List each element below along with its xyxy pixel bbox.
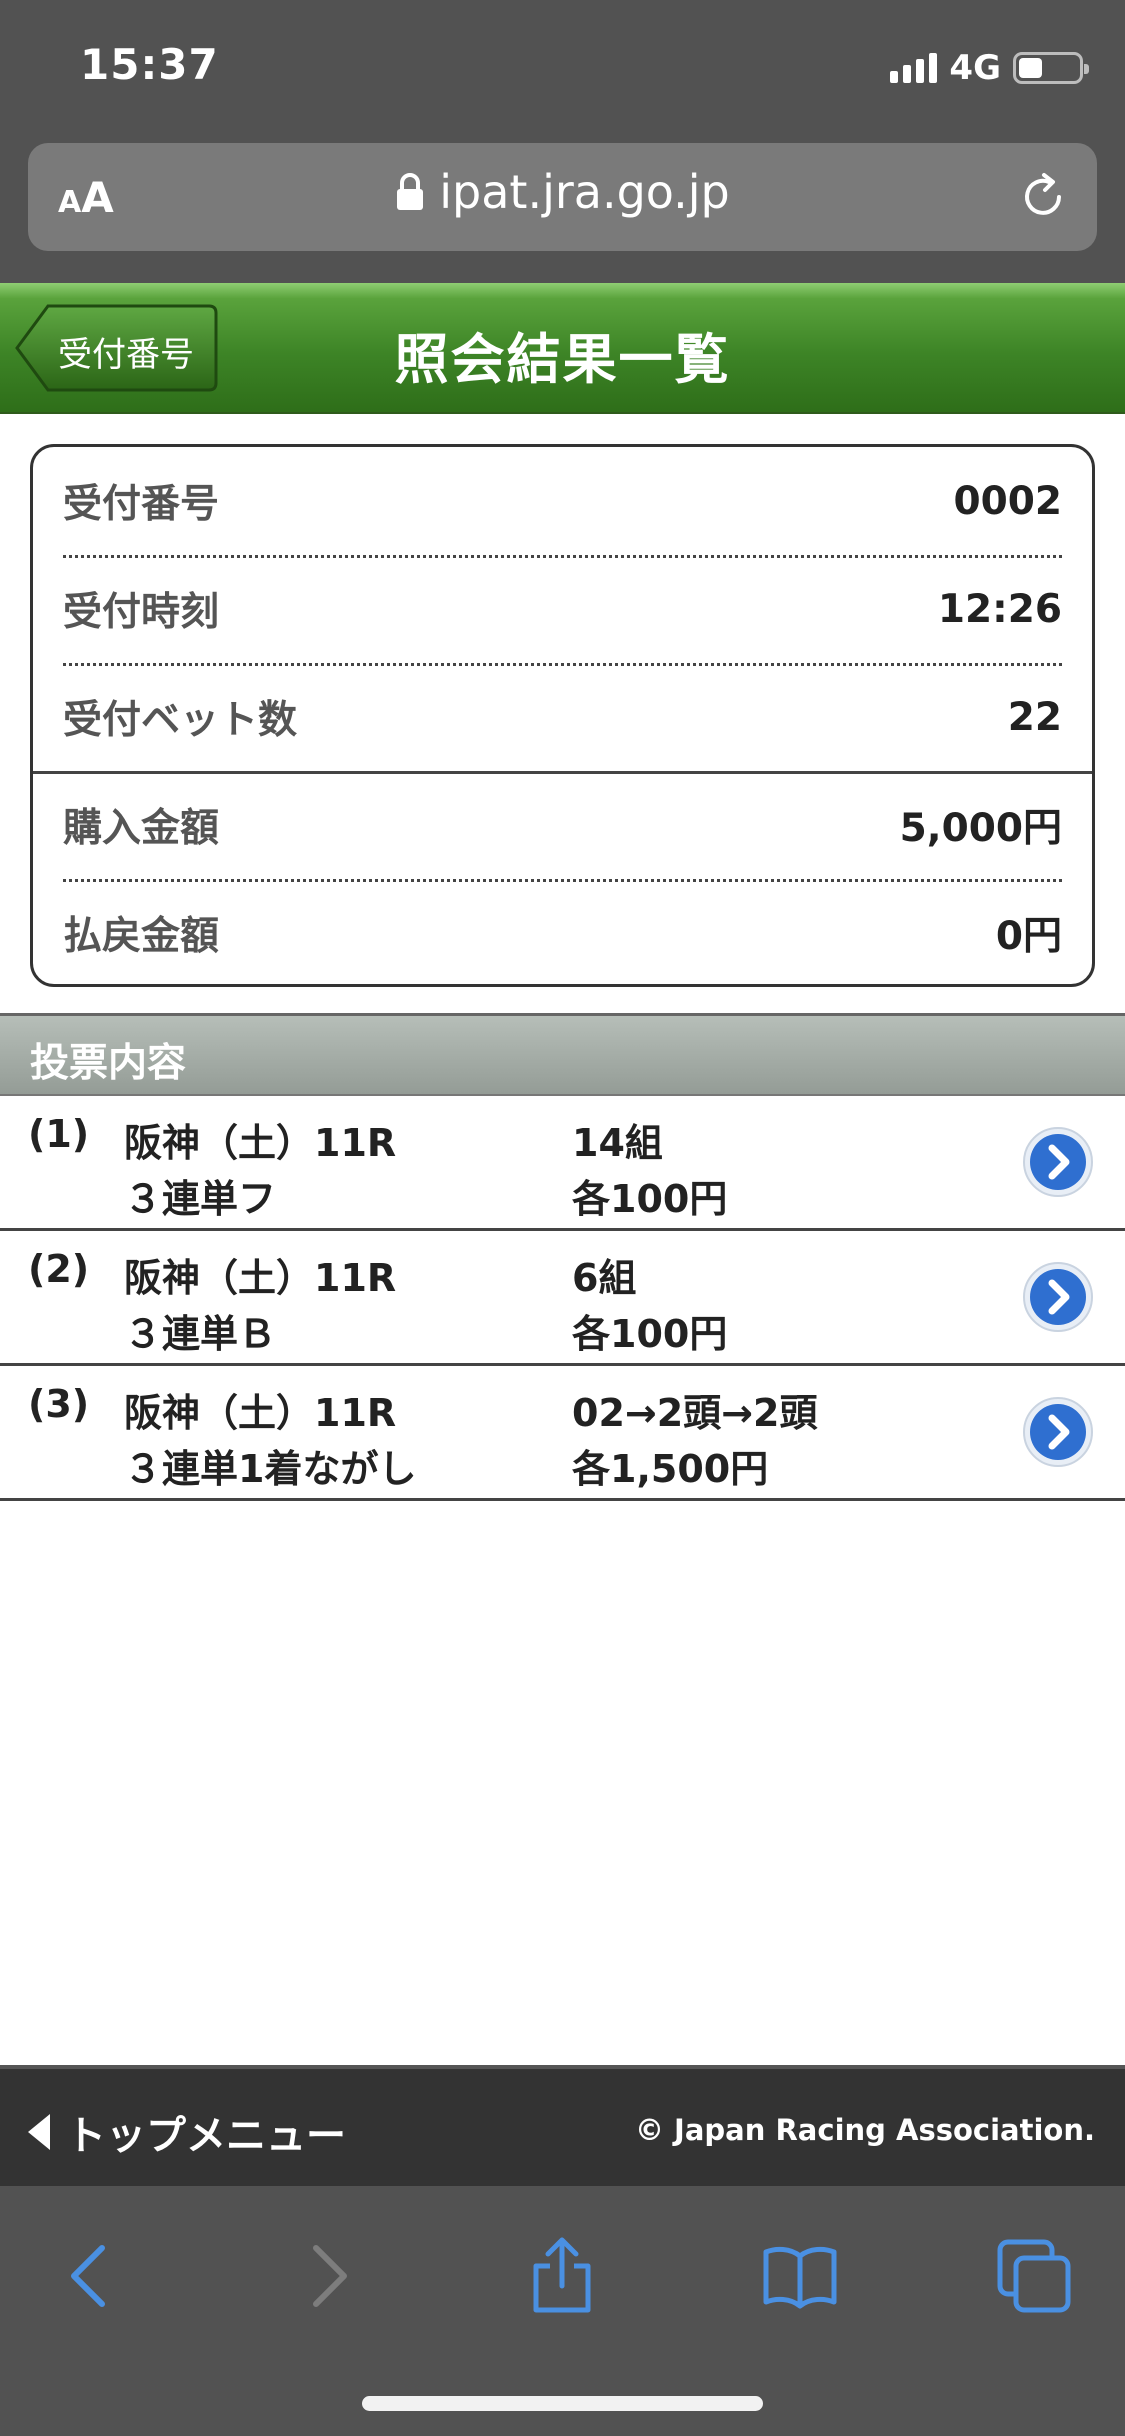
bet-type: ３連単1着ながし bbox=[124, 1447, 417, 1491]
top-menu-link[interactable]: トップメニュー bbox=[26, 2103, 346, 2161]
signal-icon bbox=[890, 53, 938, 83]
app-header: 受付番号 照会結果一覧 bbox=[0, 283, 1125, 414]
chevron-right-circle-icon[interactable] bbox=[1022, 1126, 1094, 1198]
battery-icon bbox=[1013, 52, 1089, 84]
bet-row[interactable]: (2) 阪神（土）11R ３連単Ｂ 6組 各100円 bbox=[0, 1231, 1125, 1366]
bet-number: (1) bbox=[28, 1112, 90, 1156]
tabs-icon[interactable] bbox=[994, 2236, 1074, 2316]
summary-row-payout-amount: 払戻金額 0円 bbox=[63, 914, 1062, 959]
bet-combinations: 6組 bbox=[572, 1256, 637, 1300]
bet-amount: 各100円 bbox=[572, 1177, 728, 1221]
summary-row-receipt-time: 受付時刻 12:26 bbox=[63, 586, 1062, 636]
url-text: ipat.jra.go.jp bbox=[439, 165, 730, 219]
back-icon[interactable] bbox=[52, 2236, 132, 2316]
bet-number: (3) bbox=[28, 1382, 90, 1426]
bookmarks-icon[interactable] bbox=[760, 2236, 840, 2316]
network-type: 4G bbox=[949, 48, 1001, 88]
bet-race: 阪神（土）11R bbox=[124, 1121, 397, 1165]
bet-amount: 各1,500円 bbox=[572, 1447, 769, 1491]
page-title: 照会結果一覧 bbox=[394, 328, 731, 391]
bet-type: ３連単Ｂ bbox=[124, 1312, 277, 1356]
chevron-right-circle-icon[interactable] bbox=[1022, 1261, 1094, 1333]
bet-combinations: 14組 bbox=[572, 1121, 663, 1165]
url-display[interactable]: ipat.jra.go.jp bbox=[28, 165, 1097, 219]
status-indicators: 4G bbox=[890, 48, 1089, 88]
lock-icon bbox=[397, 173, 424, 210]
forward-icon[interactable] bbox=[286, 2236, 366, 2316]
footer-bar: トップメニュー © Japan Racing Association. bbox=[0, 2065, 1125, 2186]
bet-race: 阪神（土）11R bbox=[124, 1256, 397, 1300]
bet-number: (2) bbox=[28, 1247, 90, 1291]
status-time: 15:37 bbox=[80, 40, 219, 89]
bet-amount: 各100円 bbox=[572, 1312, 728, 1356]
screen: 15:37 4G AA ipat.jra.go.jp 受付番号 照会結果一覧 受… bbox=[0, 0, 1125, 2436]
browser-top-chrome: 15:37 4G AA ipat.jra.go.jp bbox=[0, 0, 1125, 283]
summary-row-bet-count: 受付ベット数 22 bbox=[63, 694, 1062, 744]
summary-row-receipt-number: 受付番号 0002 bbox=[63, 478, 1062, 528]
section-title: 投票内容 bbox=[30, 1041, 187, 1086]
copyright-text: © Japan Racing Association. bbox=[634, 2113, 1095, 2147]
triangle-left-icon bbox=[28, 2114, 50, 2150]
bet-row[interactable]: (1) 阪神（土）11R ３連単フ 14組 各100円 bbox=[0, 1096, 1125, 1231]
section-header: 投票内容 bbox=[0, 1013, 1125, 1096]
address-bar[interactable]: AA ipat.jra.go.jp bbox=[28, 143, 1097, 251]
chevron-right-circle-icon[interactable] bbox=[1022, 1396, 1094, 1468]
reload-icon[interactable] bbox=[1013, 167, 1073, 227]
bet-combinations: 02→2頭→2頭 bbox=[572, 1391, 818, 1435]
bet-row[interactable]: (3) 阪神（土）11R ３連単1着ながし 02→2頭→2頭 各1,500円 bbox=[0, 1366, 1125, 1501]
share-icon[interactable] bbox=[522, 2236, 602, 2316]
summary-box: 受付番号 0002 受付時刻 12:26 受付ベット数 22 購入金額 5,00… bbox=[30, 444, 1095, 987]
top-menu-label: トップメニュー bbox=[66, 2113, 346, 2159]
bet-type: ３連単フ bbox=[124, 1177, 277, 1221]
summary-row-purchase-amount: 購入金額 5,000円 bbox=[63, 806, 1062, 851]
home-indicator[interactable] bbox=[362, 2396, 763, 2411]
bet-race: 阪神（土）11R bbox=[124, 1391, 397, 1435]
